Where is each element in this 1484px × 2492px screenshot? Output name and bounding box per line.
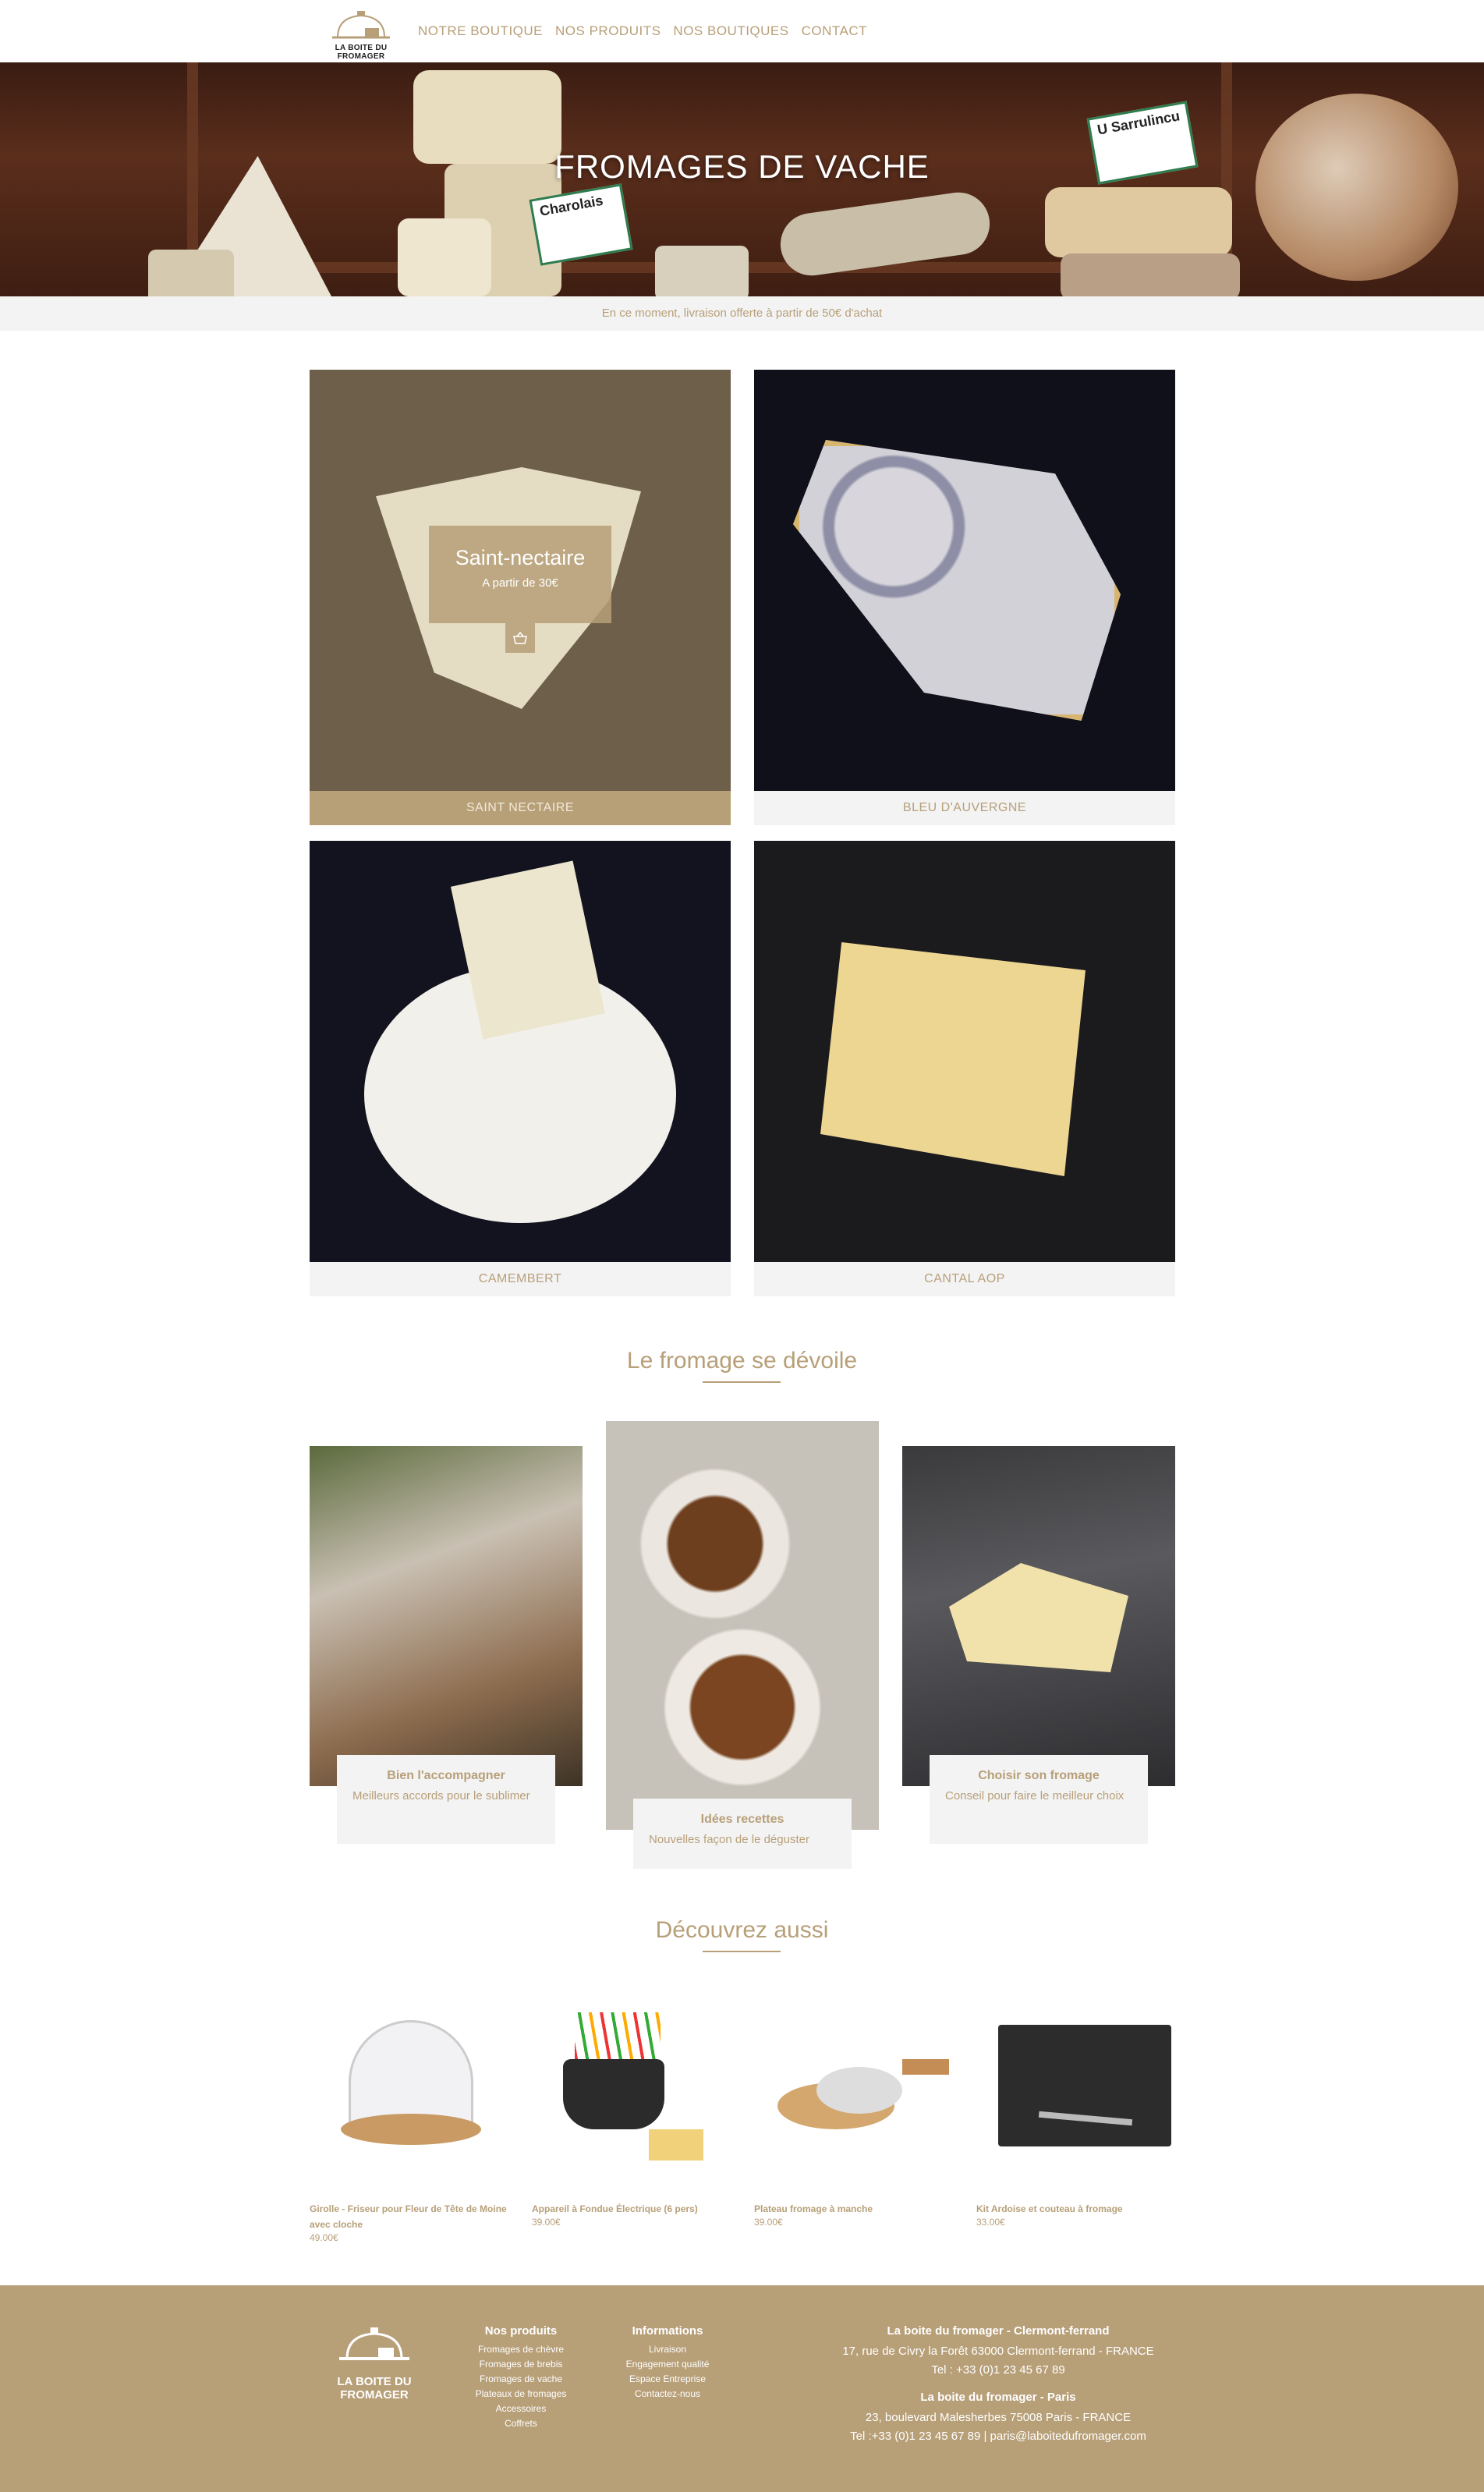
footer-products: Nos produits Fromages de chèvre Fromages… bbox=[459, 2324, 583, 2431]
product-name[interactable]: Kit Ardoise et couteau à fromage bbox=[976, 2201, 1179, 2217]
article-title: Choisir son fromage bbox=[978, 1769, 1100, 1782]
product-image bbox=[317, 2012, 505, 2168]
shop-address: 17, rue de Civry la Forêt 63000 Clermont… bbox=[842, 2345, 1154, 2358]
product-name[interactable]: Girolle - Friseur pour Fleur de Tête de … bbox=[310, 2201, 512, 2232]
product-price: 49.00€ bbox=[310, 2232, 338, 2243]
article-caption: Choisir son fromage Conseil pour faire l… bbox=[930, 1755, 1148, 1844]
product-card-plateau[interactable]: Plateau fromage à manche 39.00€ bbox=[754, 2012, 957, 2228]
site-footer: LA BOITE DU FROMAGER Nos produits Fromag… bbox=[0, 2285, 1484, 2492]
article-title: Idées recettes bbox=[700, 1813, 785, 1826]
product-image bbox=[540, 2012, 727, 2168]
shop-title: La boite du fromager - Paris bbox=[920, 2391, 1076, 2404]
footer-info: Informations Livraison Engagement qualit… bbox=[605, 2324, 730, 2402]
nav-notre-boutique[interactable]: NOTRE BOUTIQUE bbox=[418, 23, 543, 39]
product-price: 39.00€ bbox=[532, 2217, 561, 2228]
footer-link[interactable]: Espace Entreprise bbox=[605, 2372, 730, 2387]
product-label[interactable]: CANTAL AOP bbox=[754, 1262, 1175, 1296]
article-desc: Nouvelles façon de le déguster bbox=[649, 1833, 809, 1846]
product-overlay: Saint-nectaire A partir de 30€ bbox=[429, 526, 611, 623]
product-image bbox=[754, 370, 1175, 791]
product-image bbox=[310, 841, 731, 1262]
overlay-name: Saint-nectaire bbox=[455, 546, 586, 569]
footer-link[interactable]: Engagement qualité bbox=[605, 2357, 730, 2372]
footer-link[interactable]: Coffrets bbox=[459, 2416, 583, 2431]
basket-icon[interactable] bbox=[505, 623, 535, 653]
section-title: Le fromage se dévoile bbox=[626, 1348, 858, 1374]
article-desc: Conseil pour faire le meilleur choix bbox=[945, 1789, 1125, 1803]
product-card-fondue[interactable]: Appareil à Fondue Électrique (6 pers) 39… bbox=[532, 2012, 735, 2228]
footer-link[interactable]: Contactez-nous bbox=[605, 2387, 730, 2402]
article-caption: Idées recettes Nouvelles façon de le dég… bbox=[633, 1799, 852, 1869]
product-label[interactable]: CAMEMBERT bbox=[310, 1262, 731, 1296]
footer-link[interactable]: Accessoires bbox=[459, 2402, 583, 2416]
shop-address: 23, boulevard Malesherbes 75008 Paris - … bbox=[865, 2411, 1132, 2424]
product-card-girolle[interactable]: Girolle - Friseur pour Fleur de Tête de … bbox=[310, 2012, 512, 2243]
footer-link[interactable]: Fromages de vache bbox=[459, 2372, 583, 2387]
article-title: Bien l'accompagner bbox=[387, 1769, 505, 1782]
article-image bbox=[902, 1446, 1175, 1786]
article-card-recettes[interactable]: Idées recettes Nouvelles façon de le dég… bbox=[606, 1421, 879, 1869]
shop-phone: Tel : +33 (0)1 23 45 67 89 bbox=[931, 2363, 1065, 2377]
article-caption: Bien l'accompagner Meilleurs accords pou… bbox=[337, 1755, 555, 1844]
product-label[interactable]: SAINT NECTAIRE bbox=[310, 791, 731, 825]
product-price: 33.00€ bbox=[976, 2217, 1005, 2228]
section-divider bbox=[703, 1381, 781, 1383]
glass-jar bbox=[1256, 94, 1458, 281]
product-name[interactable]: Appareil à Fondue Électrique (6 pers) bbox=[532, 2201, 735, 2217]
shop-phone[interactable]: Tel :+33 (0)1 23 45 67 89 | paris@laboit… bbox=[803, 2427, 1193, 2446]
overlay-price: A partir de 30€ bbox=[482, 576, 558, 590]
product-tile-saint-nectaire[interactable]: Saint-nectaire A partir de 30€ SAINT NEC… bbox=[310, 370, 731, 825]
product-tile-cantal[interactable]: CANTAL AOP bbox=[754, 841, 1175, 1296]
shop-title: La boite du fromager - Clermont-ferrand bbox=[887, 2324, 1110, 2338]
site-header: LA BOITE DU FROMAGER NOTRE BOUTIQUE NOS … bbox=[0, 0, 1484, 62]
product-image bbox=[754, 841, 1175, 1262]
footer-logo[interactable]: LA BOITE DU FROMAGER bbox=[308, 2324, 441, 2402]
nav-nos-boutiques[interactable]: NOS BOUTIQUES bbox=[673, 23, 788, 39]
delivery-notice: En ce moment, livraison offerte à partir… bbox=[0, 296, 1484, 331]
logo-text: LA BOITE DU FROMAGER bbox=[335, 44, 388, 61]
site-logo[interactable]: LA BOITE DU FROMAGER bbox=[318, 8, 404, 61]
cheese-pieces bbox=[949, 1563, 1128, 1672]
cheese-right-2 bbox=[1061, 253, 1240, 296]
cheese-round-small bbox=[655, 246, 749, 296]
product-image: Saint-nectaire A partir de 30€ bbox=[310, 370, 731, 791]
section-divider bbox=[703, 1951, 781, 1952]
cheese-dome-icon bbox=[339, 2327, 409, 2360]
page-title: FROMAGES DE VACHE bbox=[554, 148, 930, 185]
article-image bbox=[606, 1421, 879, 1830]
article-card-accompagner[interactable]: Bien l'accompagner Meilleurs accords pou… bbox=[310, 1446, 583, 1844]
cheese-right bbox=[1045, 187, 1232, 257]
footer-heading: Nos produits bbox=[484, 2324, 558, 2338]
cheese-wedge bbox=[793, 440, 1121, 721]
product-image bbox=[762, 2012, 949, 2168]
product-image bbox=[984, 2012, 1171, 2168]
product-tile-bleu-auvergne[interactable]: BLEU D'AUVERGNE bbox=[754, 370, 1175, 825]
cheese-round-left bbox=[398, 218, 491, 296]
footer-link[interactable]: Livraison bbox=[605, 2342, 730, 2357]
article-image bbox=[310, 1446, 583, 1786]
product-card-ardoise[interactable]: Kit Ardoise et couteau à fromage 33.00€ bbox=[976, 2012, 1179, 2228]
product-name[interactable]: Plateau fromage à manche bbox=[754, 2201, 957, 2217]
footer-link[interactable]: Fromages de brebis bbox=[459, 2357, 583, 2372]
footer-addresses: La boite du fromager - Clermont-ferrand … bbox=[803, 2324, 1193, 2446]
product-tile-camembert[interactable]: CAMEMBERT bbox=[310, 841, 731, 1296]
footer-heading: Informations bbox=[632, 2324, 703, 2338]
article-card-choisir[interactable]: Choisir son fromage Conseil pour faire l… bbox=[902, 1446, 1175, 1844]
section-title: Découvrez aussi bbox=[655, 1917, 829, 1943]
footer-link[interactable]: Plateaux de fromages bbox=[459, 2387, 583, 2402]
cheese-dome-icon bbox=[332, 11, 390, 39]
nav-nos-produits[interactable]: NOS PRODUITS bbox=[555, 23, 661, 39]
article-desc: Meilleurs accords pour le sublimer bbox=[352, 1789, 530, 1803]
cheese-left-edge bbox=[148, 250, 234, 296]
product-label[interactable]: BLEU D'AUVERGNE bbox=[754, 791, 1175, 825]
product-price: 39.00€ bbox=[754, 2217, 783, 2228]
cheese-block bbox=[820, 942, 1086, 1176]
nav-contact[interactable]: CONTACT bbox=[802, 23, 867, 39]
footer-logo-text: LA BOITE DU FROMAGER bbox=[337, 2375, 412, 2402]
main-nav: NOTRE BOUTIQUE NOS PRODUITS NOS BOUTIQUE… bbox=[418, 0, 867, 62]
hero-banner: Charolais U Sarrulincu FROMAGES DE VACHE bbox=[0, 62, 1484, 296]
footer-link[interactable]: Fromages de chèvre bbox=[459, 2342, 583, 2357]
